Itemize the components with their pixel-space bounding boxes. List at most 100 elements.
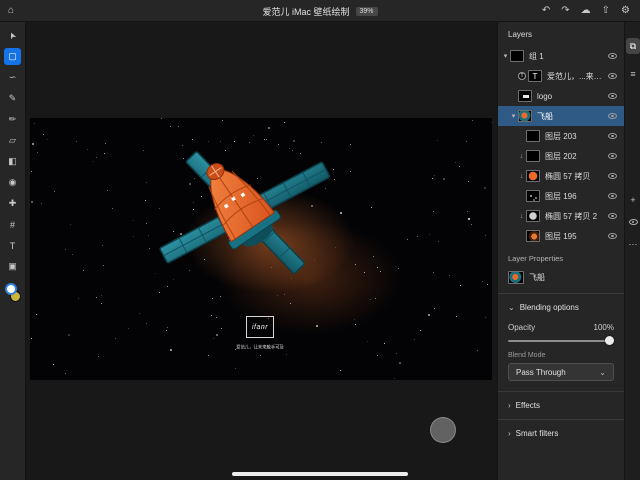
chevron-down-icon[interactable]: ▾ xyxy=(501,52,510,60)
export-share-icon[interactable]: ⇧ xyxy=(602,6,610,16)
layer-name: 图层 195 xyxy=(545,231,608,242)
properties-panel-toggle-icon[interactable]: ≡ xyxy=(626,66,640,82)
home-indicator[interactable] xyxy=(232,472,408,476)
smart-filters-label: Smart filters xyxy=(516,429,559,438)
layer-thumbnail xyxy=(526,150,540,162)
zoom-level-badge[interactable]: 39% xyxy=(356,7,378,16)
document-title: 爱范儿 iMac 壁纸绘制 xyxy=(262,5,349,18)
layer-row-ellipse-copy[interactable]: ↓ 椭圆 57 拷贝 xyxy=(498,166,624,186)
lasso-tool-button[interactable]: ∽ xyxy=(4,69,21,86)
artwork-caption: 爱范儿，让未来触手可及 xyxy=(204,344,316,350)
layer-thumbnail xyxy=(518,110,532,122)
pencil-tool-button[interactable]: ✏ xyxy=(4,111,21,128)
layer-name: 图层 196 xyxy=(545,191,608,202)
layer-name: 椭圆 57 拷贝 2 xyxy=(545,211,608,222)
layer-properties-header: Layer Properties xyxy=(508,254,614,263)
visibility-eye-icon[interactable] xyxy=(608,193,617,199)
slider-track xyxy=(508,340,614,342)
redo-icon[interactable]: ↷ xyxy=(561,6,569,16)
layer-row-ship-selected[interactable]: ▾ 飞船 xyxy=(498,106,624,126)
cloud-sync-icon[interactable]: ☁ xyxy=(581,6,591,16)
layer-row-text[interactable]: T 爱范儿，...来触手可及 xyxy=(498,66,624,86)
chevron-down-icon[interactable]: ▾ xyxy=(509,112,518,120)
type-tool-button[interactable]: T xyxy=(4,237,21,254)
transform-select-tool-button[interactable]: ▢ xyxy=(4,48,21,65)
color-wells[interactable] xyxy=(3,283,23,303)
move-tool-button[interactable]: ➤ xyxy=(4,27,21,44)
layer-thumbnail xyxy=(518,90,532,102)
blending-options-section[interactable]: ⌄ Blending options xyxy=(498,294,624,321)
visibility-eye-icon[interactable] xyxy=(608,213,617,219)
layers-panel-toggle-icon[interactable]: ⧉ xyxy=(626,38,640,54)
chevron-down-icon: ⌄ xyxy=(599,368,606,377)
layer-row-ellipse-copy-2[interactable]: ↓ 椭圆 57 拷贝 2 xyxy=(498,206,624,226)
blending-options-label: Blending options xyxy=(520,303,579,312)
touch-shortcut-button[interactable] xyxy=(430,417,456,443)
smart-filters-section[interactable]: › Smart filters xyxy=(498,420,624,447)
layer-row-195[interactable]: 图层 195 xyxy=(498,226,624,246)
layer-row-logo[interactable]: logo xyxy=(498,86,624,106)
slider-knob[interactable] xyxy=(605,336,614,345)
layer-row-203[interactable]: 图层 203 xyxy=(498,126,624,146)
fill-tool-button[interactable]: ◧ xyxy=(4,153,21,170)
layer-properties-section: Layer Properties 飞船 xyxy=(498,246,624,293)
layer-name: 图层 203 xyxy=(545,131,608,142)
layer-visibility-icon[interactable] xyxy=(626,214,640,230)
visibility-eye-icon[interactable] xyxy=(608,153,617,159)
visibility-eye-icon[interactable] xyxy=(608,93,617,99)
place-image-tool-button[interactable]: ▣ xyxy=(4,258,21,275)
chevron-down-icon: ⌄ xyxy=(508,304,515,312)
visibility-eye-icon[interactable] xyxy=(608,233,617,239)
blend-mode-value: Pass Through xyxy=(516,368,566,377)
add-layer-icon[interactable]: + xyxy=(626,192,640,208)
layer-thumbnail xyxy=(510,50,524,62)
ifanr-logo-text: ifanr xyxy=(252,324,268,331)
layer-name: 组 1 xyxy=(529,51,608,62)
undo-icon[interactable]: ↶ xyxy=(542,6,550,16)
layer-thumbnail xyxy=(526,230,540,242)
pencil-icon: ✏ xyxy=(9,114,17,125)
visibility-eye-icon[interactable] xyxy=(608,73,617,79)
blend-mode-dropdown[interactable]: Pass Through ⌄ xyxy=(508,363,614,381)
visibility-eye-icon[interactable] xyxy=(608,173,617,179)
lasso-icon: ∽ xyxy=(9,72,17,83)
layer-thumbnail xyxy=(526,130,540,142)
clipping-mask-arrow-icon: ↓ xyxy=(517,173,526,180)
more-options-icon[interactable]: ⋯ xyxy=(626,236,640,252)
healing-brush-tool-button[interactable]: ✚ xyxy=(4,195,21,212)
artboard[interactable]: ifanr 爱范儿，让未来触手可及 xyxy=(30,118,492,380)
text-layer-badge-icon: T xyxy=(518,72,526,80)
layer-name: 图层 202 xyxy=(545,151,608,162)
selected-layer-name: 飞船 xyxy=(529,272,545,283)
canvas-workspace[interactable]: ifanr 爱范儿，让未来触手可及 xyxy=(26,22,497,480)
crop-tool-button[interactable]: # xyxy=(4,216,21,233)
visibility-eye-icon[interactable] xyxy=(608,53,617,59)
eraser-tool-button[interactable]: ▱ xyxy=(4,132,21,149)
marquee-icon: ▢ xyxy=(8,51,17,62)
clone-stamp-tool-button[interactable]: ◉ xyxy=(4,174,21,191)
crop-icon: # xyxy=(10,220,15,230)
opacity-control: Opacity 100% Blend Mode Pass Through ⌄ xyxy=(498,321,624,381)
visibility-eye-icon[interactable] xyxy=(608,113,617,119)
move-cursor-icon: ➤ xyxy=(6,30,19,41)
foreground-color-swatch[interactable] xyxy=(5,283,17,295)
chevron-right-icon: › xyxy=(508,402,511,410)
chevron-right-icon: › xyxy=(508,430,511,438)
settings-gear-icon[interactable]: ⚙ xyxy=(621,6,630,16)
layer-row-196[interactable]: 图层 196 xyxy=(498,186,624,206)
blend-mode-label: Blend Mode xyxy=(508,352,614,359)
opacity-slider[interactable] xyxy=(508,336,614,346)
brush-icon: ✎ xyxy=(9,93,17,104)
layer-row-group-1[interactable]: ▾ 组 1 xyxy=(498,46,624,66)
home-icon[interactable]: ⌂ xyxy=(8,6,14,16)
visibility-eye-icon[interactable] xyxy=(608,133,617,139)
place-image-icon: ▣ xyxy=(8,261,17,272)
layer-row-202[interactable]: ↓ 图层 202 xyxy=(498,146,624,166)
layer-name: 椭圆 57 拷贝 xyxy=(545,171,608,182)
eye-icon xyxy=(629,219,638,225)
layers-panel: Layers ▾ 组 1 T 爱范儿，...来触手可及 logo ▾ 飞船 xyxy=(497,22,624,480)
effects-section[interactable]: › Effects xyxy=(498,392,624,419)
brush-tool-button[interactable]: ✎ xyxy=(4,90,21,107)
layer-name: 飞船 xyxy=(537,111,608,122)
opacity-value: 100% xyxy=(594,323,614,332)
